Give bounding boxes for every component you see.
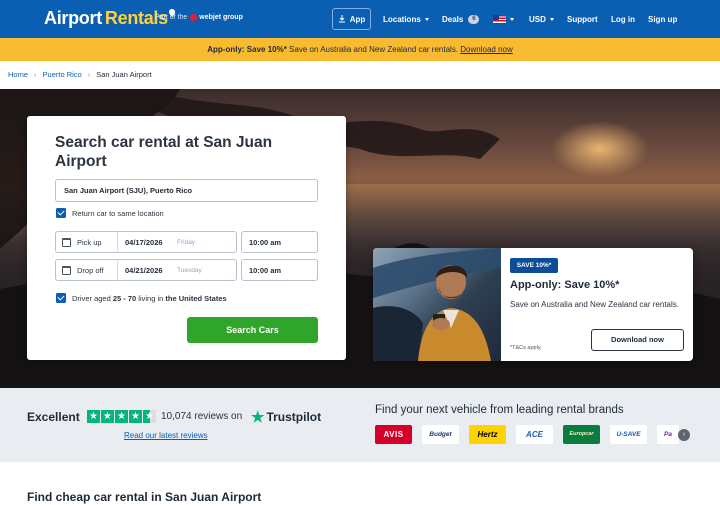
currency-selector[interactable]: USD bbox=[529, 8, 554, 30]
us-flag-icon bbox=[493, 14, 506, 24]
brands-title: Find your next vehicle from leading rent… bbox=[375, 404, 624, 416]
promo-download-link[interactable]: Download now bbox=[460, 45, 512, 54]
search-form-card: Search car rental at San Juan Airport Sa… bbox=[27, 116, 346, 360]
pickup-date-value: 04/17/2026 bbox=[125, 237, 163, 247]
brand-logos-row: AVIS Budget Hertz ACE Europcar U-SAVE Pa bbox=[375, 425, 679, 444]
chevron-right-icon[interactable]: › bbox=[678, 429, 690, 441]
breadcrumb-separator-icon: › bbox=[87, 70, 91, 79]
breadcrumb-puerto-rico[interactable]: Puerto Rico bbox=[43, 70, 82, 79]
promo-banner-bold: App-only: Save 10%* bbox=[207, 45, 287, 54]
chevron-down-icon bbox=[510, 17, 514, 21]
search-title: Search car rental at San Juan Airport bbox=[55, 134, 273, 170]
deals-count-badge: 6 bbox=[468, 14, 480, 24]
calendar-icon bbox=[62, 265, 71, 275]
search-cars-button[interactable]: Search Cars bbox=[187, 317, 318, 343]
trustpilot-name: Trustpilot bbox=[266, 410, 322, 424]
trustpilot-logo[interactable]: ★ Trustpilot bbox=[251, 408, 321, 426]
nav-locations-label: Locations bbox=[383, 14, 421, 24]
driver-country: the United States bbox=[165, 294, 227, 303]
breadcrumb-separator-icon: › bbox=[34, 70, 37, 79]
save-badge: SAVE 10%* bbox=[510, 258, 558, 273]
field-divider bbox=[117, 259, 118, 281]
app-promo-banner: App-only: Save 10%* Save on Australia an… bbox=[0, 38, 720, 61]
man-with-phone-image bbox=[373, 248, 501, 361]
section-title: Find cheap car rental in San Juan Airpor… bbox=[27, 490, 262, 504]
nav-signup[interactable]: Sign up bbox=[648, 8, 677, 30]
dropoff-date-field[interactable]: Drop off 04/21/2026 Tuesday bbox=[55, 259, 237, 281]
brand-ace[interactable]: ACE bbox=[516, 425, 553, 444]
breadcrumb-home[interactable]: Home bbox=[8, 70, 28, 79]
trustpilot-stars: ★ ★ ★ ★ ★ bbox=[87, 410, 156, 423]
part-of-webjet-group: Part of the webjet group bbox=[155, 14, 243, 21]
download-now-button[interactable]: Download now bbox=[591, 329, 684, 351]
terms-apply: *T&Cs apply. bbox=[510, 345, 542, 351]
chevron-down-icon bbox=[424, 17, 429, 21]
return-same-location-checkbox[interactable] bbox=[56, 208, 66, 218]
star-icon: ★ bbox=[87, 410, 100, 423]
logo-word-airport: Airport bbox=[44, 7, 102, 28]
brand-payless[interactable]: Pa bbox=[657, 425, 679, 444]
driver-age-label: Driver aged 25 - 70 living in the United… bbox=[72, 294, 227, 303]
nav-deals[interactable]: Deals 6 bbox=[442, 8, 480, 30]
star-icon: ★ bbox=[115, 410, 128, 423]
chevron-down-icon bbox=[549, 17, 554, 21]
promo-banner-text: Save on Australia and New Zealand car re… bbox=[286, 45, 461, 54]
nav-login[interactable]: Log in bbox=[611, 8, 635, 30]
app-promo-title: App-only: Save 10%* bbox=[510, 279, 620, 291]
top-navigation-bar: Airport Rentals Part of the webjet group… bbox=[0, 0, 720, 38]
brand-europcar[interactable]: Europcar bbox=[563, 425, 600, 444]
star-icon: ★ bbox=[101, 410, 114, 423]
brand-usave[interactable]: U-SAVE bbox=[610, 425, 647, 444]
breadcrumb: Home › Puerto Rico › San Juan Airport bbox=[8, 70, 152, 79]
nav-signup-label: Sign up bbox=[648, 14, 678, 24]
currency-label: USD bbox=[529, 14, 546, 24]
dropoff-label: Drop off bbox=[77, 265, 104, 275]
part-of-text: Part of the bbox=[155, 14, 188, 21]
nav-locations[interactable]: Locations bbox=[383, 8, 429, 30]
brand-hertz[interactable]: Hertz bbox=[469, 425, 506, 444]
pickup-time-field[interactable]: 10:00 am bbox=[241, 231, 318, 253]
read-reviews-link[interactable]: Read our latest reviews bbox=[124, 431, 208, 440]
pickup-day-value: Friday bbox=[177, 238, 196, 246]
nav-login-label: Log in bbox=[611, 14, 635, 24]
nav-deals-label: Deals bbox=[442, 14, 464, 24]
webjet-group-name: webjet group bbox=[199, 14, 243, 21]
calendar-icon bbox=[62, 237, 71, 247]
pickup-label: Pick up bbox=[77, 237, 102, 247]
app-promo-text: Save on Australia and New Zealand car re… bbox=[510, 300, 679, 309]
field-divider bbox=[117, 231, 118, 253]
driver-age-mid: living in bbox=[136, 294, 166, 303]
star-icon: ★ bbox=[129, 410, 142, 423]
driver-age-range: 25 - 70 bbox=[112, 294, 137, 303]
app-button[interactable]: App bbox=[332, 8, 371, 30]
nav-support[interactable]: Support bbox=[567, 8, 598, 30]
pickup-location-input[interactable]: San Juan Airport (SJU), Puerto Rico bbox=[55, 179, 318, 202]
trustpilot-star-icon: ★ bbox=[251, 409, 265, 426]
man-with-phone-illustration bbox=[373, 248, 501, 361]
dropoff-time-field[interactable]: 10:00 am bbox=[241, 259, 318, 281]
driver-age-checkbox[interactable] bbox=[56, 293, 66, 303]
breadcrumb-current: San Juan Airport bbox=[96, 70, 152, 79]
webjet-group-logo: webjet group bbox=[190, 14, 243, 21]
rating-word: Excellent bbox=[27, 410, 80, 424]
brand-avis[interactable]: AVIS bbox=[375, 425, 412, 444]
download-icon bbox=[338, 15, 345, 23]
review-count: 10,074 reviews on bbox=[161, 411, 243, 422]
webjet-dot-icon bbox=[190, 14, 198, 21]
app-button-label: App bbox=[349, 14, 366, 24]
brand-budget[interactable]: Budget bbox=[422, 425, 459, 444]
language-selector[interactable] bbox=[493, 8, 514, 30]
return-same-location-label: Return car to same location bbox=[72, 209, 164, 218]
nav-support-label: Support bbox=[567, 14, 598, 24]
app-promo-card: SAVE 10%* App-only: Save 10%* Save on Au… bbox=[373, 248, 693, 361]
driver-age-prefix: Driver aged bbox=[72, 294, 113, 303]
dropoff-date-value: 04/21/2026 bbox=[125, 265, 163, 275]
pickup-date-field[interactable]: Pick up 04/17/2026 Friday bbox=[55, 231, 237, 253]
dropoff-day-value: Tuesday bbox=[177, 266, 202, 274]
half-star-icon: ★ bbox=[143, 410, 156, 423]
